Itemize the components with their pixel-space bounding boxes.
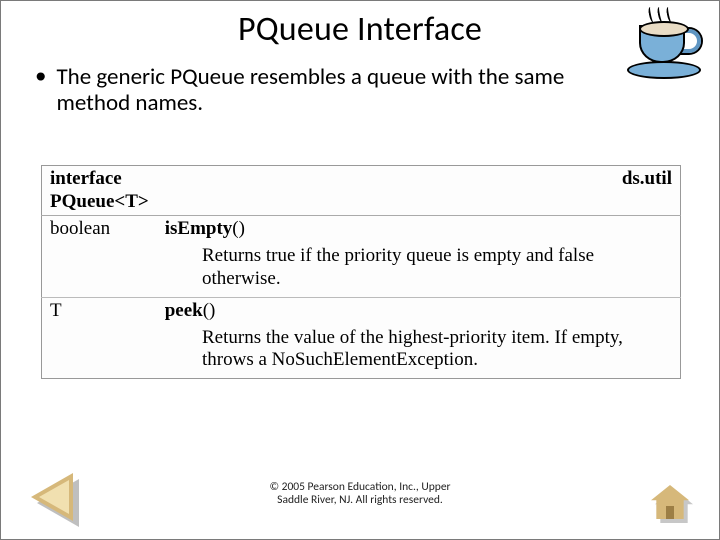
bullet-text: The generic PQueue resembles a queue wit… xyxy=(56,64,616,117)
page-title: PQueue Interface xyxy=(1,9,719,50)
copyright: © 2005 Pearson Education, Inc., Upper Sa… xyxy=(1,481,719,507)
home-button[interactable] xyxy=(651,485,689,519)
api-method-params: () xyxy=(232,218,245,239)
api-header-left: interface PQueue<T> xyxy=(42,165,157,216)
api-table: interface PQueue<T> ds.util boolean isEm… xyxy=(41,165,681,379)
copyright-line-2: Saddle River, NJ. All rights reserved. xyxy=(1,494,719,507)
home-icon xyxy=(651,485,689,519)
api-signature: peek() xyxy=(157,297,681,324)
api-header-row: interface PQueue<T> ds.util xyxy=(42,165,681,216)
coffee-cup-icon xyxy=(621,7,707,83)
triangle-left-icon xyxy=(31,473,73,521)
copyright-line-1: © 2005 Pearson Education, Inc., Upper xyxy=(1,481,719,494)
bullet-marker: • xyxy=(35,64,46,89)
bullet-list: • The generic PQueue resembles a queue w… xyxy=(31,64,689,117)
api-method-name: isEmpty xyxy=(165,218,233,239)
api-return-type: boolean xyxy=(42,216,157,243)
api-header-right: ds.util xyxy=(157,165,681,216)
api-method-desc: Returns true if the priority queue is em… xyxy=(42,243,681,297)
api-method-params: () xyxy=(203,300,216,321)
api-method-desc: Returns the value of the highest-priorit… xyxy=(42,325,681,379)
api-method-name: peek xyxy=(165,300,203,321)
api-return-type: T xyxy=(42,297,157,324)
api-method-row: boolean isEmpty() xyxy=(42,216,681,243)
api-method-desc-row: Returns true if the priority queue is em… xyxy=(42,243,681,297)
api-method-row: T peek() xyxy=(42,297,681,324)
api-signature: isEmpty() xyxy=(157,216,681,243)
prev-slide-button[interactable] xyxy=(31,473,73,521)
bullet-item: • The generic PQueue resembles a queue w… xyxy=(31,64,689,117)
api-method-desc-row: Returns the value of the highest-priorit… xyxy=(42,325,681,379)
